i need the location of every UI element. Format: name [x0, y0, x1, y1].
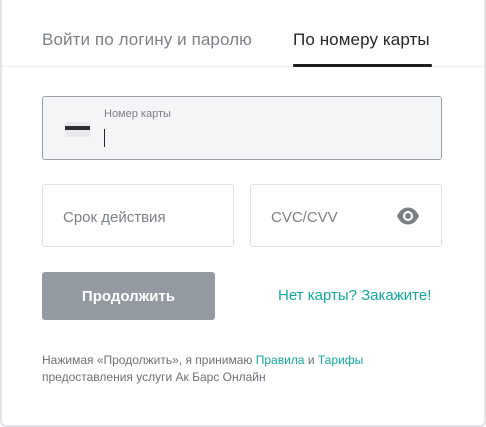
card-icon-stripe	[65, 126, 90, 130]
expiry-input[interactable]	[63, 205, 193, 229]
legal-prefix: Нажимая «Продолжить», я принимаю	[42, 353, 256, 367]
legal-notice: Нажимая «Продолжить», я принимаю Правила…	[42, 352, 462, 386]
rules-link[interactable]: Правила	[256, 353, 305, 367]
card-icon	[65, 122, 90, 137]
legal-suffix: предоставления услуги Ак Барс Онлайн	[42, 370, 266, 384]
tab-card-number[interactable]: По номеру карты	[293, 30, 430, 50]
card-number-label: Номер карты	[104, 108, 171, 120]
card-number-field[interactable]: Номер карты	[42, 96, 442, 160]
cvc-input[interactable]	[271, 205, 401, 229]
text-caret	[104, 129, 105, 147]
auth-tabs: Войти по логину и паролю По номеру карты	[2, 0, 484, 67]
tariffs-link[interactable]: Тарифы	[318, 353, 363, 367]
tab-login-password[interactable]: Войти по логину и паролю	[42, 30, 252, 50]
cvc-field[interactable]	[250, 184, 442, 247]
order-card-link[interactable]: Нет карты? Закажите!	[278, 287, 431, 304]
expiry-field[interactable]	[42, 184, 234, 247]
continue-button[interactable]: Продолжить	[42, 272, 215, 320]
active-tab-indicator	[293, 64, 432, 67]
card-number-input[interactable]	[102, 125, 422, 151]
login-card: Войти по логину и паролю По номеру карты…	[0, 0, 486, 427]
legal-and: и	[304, 353, 318, 367]
eye-icon[interactable]	[396, 205, 420, 227]
